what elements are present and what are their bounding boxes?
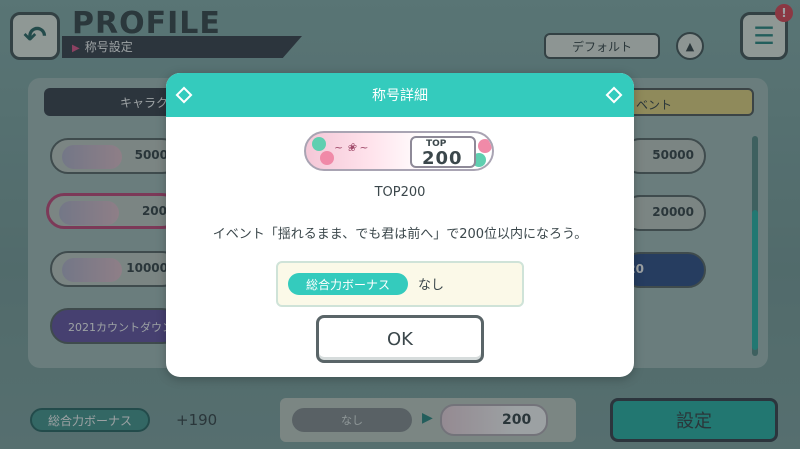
bonus-value: なし (418, 278, 445, 293)
plate-script-art: ~ ❀ ~ (334, 141, 369, 154)
ok-button[interactable]: OK (316, 315, 484, 363)
modal-title: 称号詳細 (372, 88, 428, 104)
title-name: TOP200 (374, 185, 426, 200)
modal-header: 称号詳細 (166, 73, 634, 117)
title-description: イベント「揺れるまま、でも君は前へ」で200位以内になろう。 (212, 227, 588, 242)
flower-icon (478, 139, 492, 153)
rank-badge: TOP 200 (410, 136, 476, 169)
flower-icon (312, 137, 326, 151)
title-plate: ~ ❀ ~ TOP 200 (304, 131, 494, 171)
bonus-label: 総合力ボーナス (288, 273, 408, 295)
rank-badge-number: 200 (422, 148, 463, 169)
flower-icon (320, 151, 334, 165)
title-detail-modal: 称号詳細 ~ ❀ ~ TOP 200 TOP200 イベント「揺れるまま、でも君… (166, 73, 634, 377)
bonus-box: 総合力ボーナス なし (276, 261, 524, 307)
